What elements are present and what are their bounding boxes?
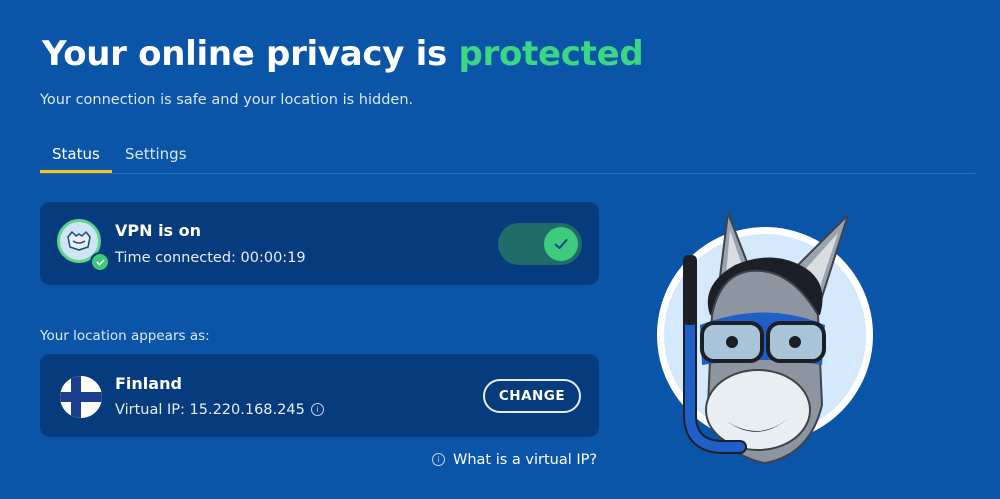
vpn-status-title: VPN is on: [115, 221, 202, 240]
title-prefix: Your online privacy is: [42, 34, 447, 74]
vpn-status-card: VPN is on Time connected: 00:00:19: [40, 202, 599, 285]
vpn-toggle[interactable]: [498, 223, 582, 265]
change-location-button[interactable]: CHANGE: [483, 379, 581, 413]
virtual-ip-row: Virtual IP: 15.220.168.245 i: [115, 402, 324, 418]
country-name: Finland: [115, 374, 182, 393]
location-card: Finland Virtual IP: 15.220.168.245 i CHAN…: [40, 354, 599, 437]
title-accent: protected: [458, 34, 644, 74]
page-title: Your online privacy is protected: [42, 34, 644, 74]
help-link-label: What is a virtual IP?: [453, 452, 598, 468]
info-icon: i: [432, 453, 445, 466]
donkey-snorkel-mascot: [640, 205, 890, 495]
virtual-ip-help-link[interactable]: i What is a virtual IP?: [432, 452, 597, 468]
virtual-ip: Virtual IP: 15.220.168.245: [115, 402, 305, 418]
page-subtitle: Your connection is safe and your locatio…: [40, 92, 414, 108]
connected-check-icon: [90, 252, 110, 272]
tab-status[interactable]: Status: [40, 145, 112, 173]
location-section-label: Your location appears as:: [40, 328, 210, 344]
finland-flag-icon: [60, 376, 102, 418]
toggle-check-icon: [544, 227, 578, 261]
tab-bar: Status Settings: [40, 136, 975, 174]
info-icon[interactable]: i: [310, 403, 324, 416]
tab-settings[interactable]: Settings: [113, 145, 199, 173]
time-connected: Time connected: 00:00:19: [115, 250, 306, 266]
